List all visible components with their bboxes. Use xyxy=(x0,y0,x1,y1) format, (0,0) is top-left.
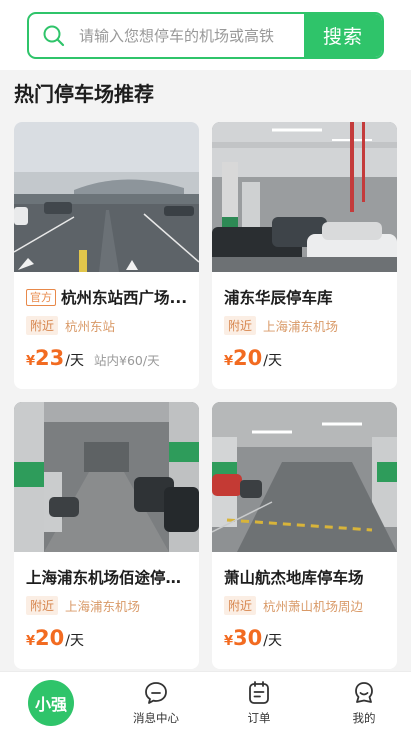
parking-location: 附近 上海浦东机场 xyxy=(26,596,140,615)
nav-item-messages[interactable]: 消息中心 xyxy=(121,680,191,730)
parking-name: 萧山航杰地库停车场 xyxy=(224,566,392,588)
currency-symbol: ¥ xyxy=(224,354,234,369)
price-unit: /天 xyxy=(65,633,84,649)
parking-photo xyxy=(212,402,397,552)
parking-card[interactable]: 上海浦东机场佰途停车... 附近 上海浦东机场 ¥ 20 /天 xyxy=(14,402,199,669)
parking-location: 附近 杭州东站 xyxy=(26,316,115,335)
order-list-icon xyxy=(249,681,269,704)
parking-name: 官方 杭州东站西广场... xyxy=(26,286,194,308)
location-text: 杭州萧山机场周边 xyxy=(263,599,364,614)
near-badge: 附近 xyxy=(26,596,59,615)
nav-home-button[interactable]: 小强 xyxy=(28,680,74,726)
search-bar: 搜索 xyxy=(27,12,384,59)
nav-label: 订单 xyxy=(247,711,271,725)
parking-price: ¥ 20 /天 xyxy=(224,346,282,370)
near-badge: 附近 xyxy=(224,596,257,615)
parking-price: ¥ 20 /天 xyxy=(26,626,84,650)
parking-photo xyxy=(212,122,397,272)
parking-price: ¥ 23 /天 站内¥60/天 xyxy=(26,346,160,370)
parking-card[interactable]: 官方 杭州东站西广场... 附近 杭州东站 ¥ 23 /天 站内¥60/天 xyxy=(14,122,199,389)
chat-bubble-icon xyxy=(145,682,167,704)
parking-name-text: 杭州东站西广场... xyxy=(61,289,188,307)
search-icon xyxy=(35,14,73,57)
parking-card[interactable]: 萧山航杰地库停车场 附近 杭州萧山机场周边 ¥ 30 /天 xyxy=(212,402,397,669)
near-badge: 附近 xyxy=(224,316,257,335)
section-title: 热门停车场推荐 xyxy=(14,82,154,106)
location-text: 上海浦东机场 xyxy=(263,319,339,334)
parking-name-text: 上海浦东机场佰途停车... xyxy=(26,569,194,587)
official-badge: 官方 xyxy=(26,288,56,306)
location-text: 上海浦东机场 xyxy=(65,599,141,614)
search-button[interactable]: 搜索 xyxy=(304,14,382,57)
search-header: 搜索 xyxy=(0,0,411,70)
reference-price: 站内¥60/天 xyxy=(94,353,160,368)
parking-name: 上海浦东机场佰途停车... xyxy=(26,566,194,588)
price-unit: /天 xyxy=(263,353,282,369)
nav-item-mine[interactable]: 我的 xyxy=(329,680,399,730)
parking-photo xyxy=(14,122,199,272)
nav-item-orders[interactable]: 订单 xyxy=(224,680,294,730)
parking-name: 浦东华辰停车库 xyxy=(224,286,392,308)
near-badge: 附近 xyxy=(26,316,59,335)
nav-label: 消息中心 xyxy=(133,711,179,725)
nav-label: 我的 xyxy=(352,711,376,725)
price-unit: /天 xyxy=(65,353,84,369)
price-amount: 20 xyxy=(233,346,263,370)
parking-name-text: 浦东华辰停车库 xyxy=(224,289,333,307)
search-input[interactable] xyxy=(73,14,304,57)
price-unit: /天 xyxy=(263,633,282,649)
parking-photo xyxy=(14,402,199,552)
user-face-icon xyxy=(355,682,373,703)
parking-name-text: 萧山航杰地库停车场 xyxy=(224,569,364,587)
parking-location: 附近 杭州萧山机场周边 xyxy=(224,596,363,615)
parking-card[interactable]: 浦东华辰停车库 附近 上海浦东机场 ¥ 20 /天 xyxy=(212,122,397,389)
price-amount: 30 xyxy=(233,626,263,650)
bottom-nav: 小强 消息中心 订单 我的 xyxy=(0,671,411,731)
price-amount: 20 xyxy=(35,626,65,650)
currency-symbol: ¥ xyxy=(224,634,234,649)
currency-symbol: ¥ xyxy=(26,634,36,649)
parking-price: ¥ 30 /天 xyxy=(224,626,282,650)
location-text: 杭州东站 xyxy=(65,319,116,334)
parking-location: 附近 上海浦东机场 xyxy=(224,316,338,335)
currency-symbol: ¥ xyxy=(26,354,36,369)
price-amount: 23 xyxy=(35,346,65,370)
